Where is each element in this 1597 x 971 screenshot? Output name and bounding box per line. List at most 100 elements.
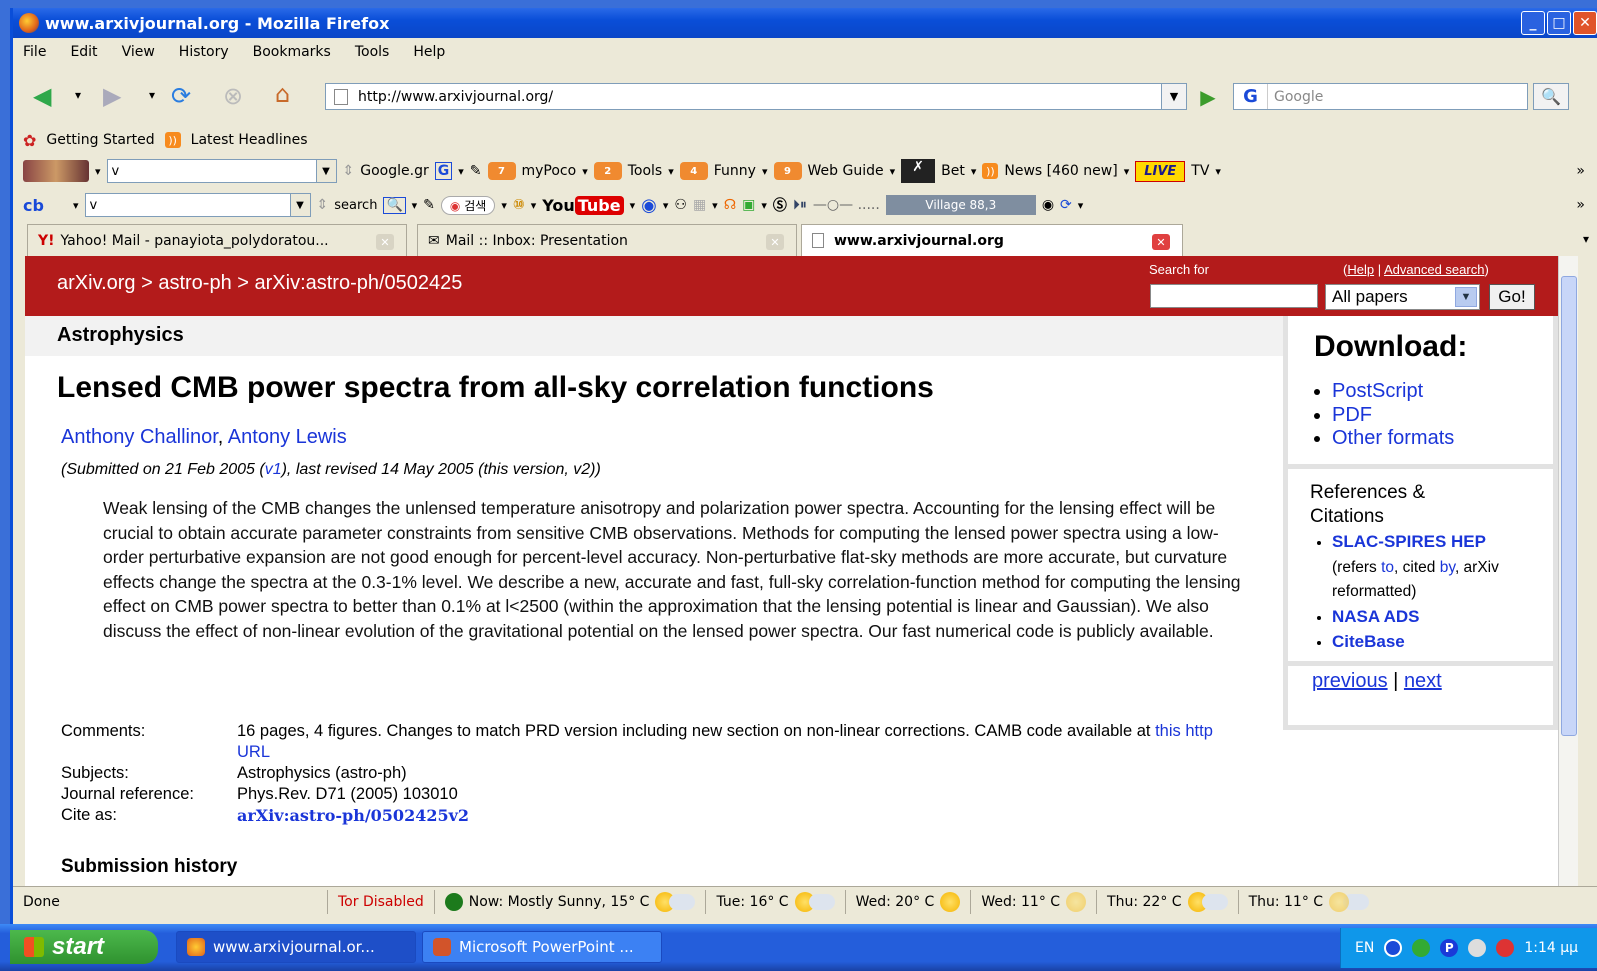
bookmark-latest-headlines[interactable]: Latest Headlines <box>191 132 308 148</box>
forward-icon[interactable]: ▶ <box>103 82 121 110</box>
tab-close-icon[interactable]: ✕ <box>766 234 784 250</box>
slac-link[interactable]: SLAC-SPIRES HEP <box>1332 532 1486 551</box>
toolbar1-webguide[interactable]: Web Guide <box>808 163 884 179</box>
weather-thu-night[interactable]: Thu: 11° C <box>1239 890 1380 914</box>
toolbar1-dropdown-icon[interactable]: ▾ <box>95 165 101 178</box>
cite-as-link[interactable]: arXiv:astro-ph/0502425v2 <box>237 806 469 825</box>
radio-icon[interactable]: ◉ <box>1042 197 1054 213</box>
author-link[interactable]: Anthony Challinor <box>61 426 218 448</box>
toolbar2-input[interactable]: v ▼ <box>84 193 311 217</box>
breadcrumb[interactable]: arXiv.org > astro-ph > arXiv:astro-ph/05… <box>57 272 462 295</box>
menu-file[interactable]: File <box>23 44 46 60</box>
tor-status[interactable]: Tor Disabled <box>328 889 435 914</box>
live-badge[interactable]: LIVE <box>1135 160 1186 182</box>
menu-help[interactable]: Help <box>413 44 445 60</box>
back-dropdown-icon[interactable]: ▾ <box>75 88 81 102</box>
search-box[interactable]: G Google <box>1233 83 1528 110</box>
highlighter-2-icon[interactable]: ✎ <box>423 197 435 213</box>
weather-thu[interactable]: Thu: 22° C <box>1097 889 1239 914</box>
radio-station-select[interactable]: Village 88,3 <box>885 195 1036 215</box>
chevron-down-icon[interactable]: ▼ <box>1455 287 1477 307</box>
nasa-ads-link[interactable]: NASA ADS <box>1332 607 1420 626</box>
url-dropdown-icon[interactable]: ▼ <box>1161 83 1187 110</box>
input-tray-icon[interactable] <box>1468 939 1487 957</box>
network-icon[interactable] <box>1412 939 1431 957</box>
refers-to-link[interactable]: to <box>1381 559 1394 576</box>
back-icon[interactable]: ◀ <box>33 82 51 110</box>
forward-dropdown-icon[interactable]: ▾ <box>149 88 155 102</box>
search-icon[interactable]: 🔍 <box>1533 83 1569 110</box>
security-icon[interactable] <box>1496 939 1515 957</box>
minimize-button[interactable]: _ <box>1521 11 1545 35</box>
youtube-button[interactable]: You Tube <box>542 195 624 215</box>
weather-wed-night[interactable]: Wed: 11° C <box>971 889 1098 914</box>
previous-link[interactable]: previous <box>1312 670 1388 692</box>
tab-close-icon[interactable]: ✕ <box>1152 234 1170 250</box>
stop-icon[interactable]: ⊗ <box>223 82 243 110</box>
highlighter-icon[interactable]: ✎ <box>470 163 482 179</box>
menu-edit[interactable]: Edit <box>70 44 97 60</box>
author-link[interactable]: Antony Lewis <box>228 426 347 448</box>
skype-icon[interactable]: Ⓢ <box>773 195 787 215</box>
refresh-toolbar-icon[interactable]: ⟳ <box>1060 197 1072 213</box>
tab-mail-inbox[interactable]: ✉ Mail :: Inbox: Presentation ✕ <box>417 224 797 256</box>
p-icon[interactable]: P <box>1440 939 1459 957</box>
tab-arxiv[interactable]: www.arxivjournal.org ✕ <box>801 224 1183 256</box>
go-button[interactable]: Go! <box>1489 284 1535 310</box>
other-formats-link[interactable]: Other formats <box>1332 427 1454 449</box>
toolbar1-input[interactable]: v ▼ <box>106 159 337 183</box>
google-g-icon[interactable]: G <box>434 162 453 180</box>
arxiv-search-input[interactable] <box>1150 284 1318 308</box>
magnifier-icon[interactable]: 🔍 <box>383 196 406 214</box>
weather-wed[interactable]: Wed: 20° C <box>846 889 972 914</box>
pdf-link[interactable]: PDF <box>1332 404 1372 426</box>
ten-icon[interactable]: ⑩ <box>513 197 525 213</box>
headphones-icon[interactable]: ☊ <box>724 197 736 213</box>
scrollbar-thumb[interactable] <box>1561 276 1577 736</box>
advanced-search-link[interactable]: Advanced search <box>1384 262 1484 277</box>
menu-history[interactable]: History <box>179 44 229 60</box>
menu-tools[interactable]: Tools <box>355 44 390 60</box>
tab-list-icon[interactable]: ▾ <box>1583 232 1589 246</box>
play-icon[interactable]: ⏵⏸ <box>793 197 807 213</box>
start-button[interactable]: start <box>10 930 158 964</box>
home-icon[interactable]: ⌂ <box>275 80 290 108</box>
volume-slider[interactable]: —○— ..... <box>813 197 880 213</box>
close-button[interactable]: ✕ <box>1573 11 1597 35</box>
postscript-link[interactable]: PostScript <box>1332 380 1423 402</box>
toolbar1-tv[interactable]: TV <box>1191 163 1209 179</box>
menu-bookmarks[interactable]: Bookmarks <box>253 44 331 60</box>
toolbar1-google[interactable]: Google.gr <box>360 163 428 179</box>
next-link[interactable]: next <box>1404 670 1442 692</box>
weather-now[interactable]: Now: Mostly Sunny, 15° C <box>435 889 707 914</box>
vertical-scrollbar[interactable] <box>1558 256 1578 886</box>
kr-search-button[interactable]: ◉ 검색 <box>440 195 496 215</box>
tab-close-icon[interactable]: ✕ <box>376 234 394 250</box>
toolbar1-funny[interactable]: Funny <box>714 163 756 179</box>
toolbar1-mypoco[interactable]: myPoco <box>522 163 577 179</box>
go-arrow-icon[interactable]: ▶ <box>1193 83 1223 110</box>
people-icon[interactable]: ⚇ <box>674 197 687 213</box>
url-bar[interactable]: http://www.arxivjournal.org/ <box>325 83 1165 110</box>
toolbar1-overflow-icon[interactable]: » <box>1576 163 1585 179</box>
toolbar2-search[interactable]: search <box>334 198 377 213</box>
papers-select[interactable]: All papers ▼ <box>1325 284 1480 310</box>
toolbar1-bet[interactable]: Bet <box>941 163 965 179</box>
help-link[interactable]: Help <box>1347 262 1374 277</box>
tv-icon[interactable]: ▣ <box>742 197 755 213</box>
maximize-button[interactable]: □ <box>1547 11 1571 35</box>
grid-icon[interactable]: ▦ <box>693 197 706 213</box>
menu-view[interactable]: View <box>122 44 155 60</box>
v1-link[interactable]: v1 <box>265 461 282 478</box>
taskbar-firefox[interactable]: www.arxivjournal.or... <box>176 931 416 963</box>
toolbar2-overflow-icon[interactable]: » <box>1576 197 1585 213</box>
reload-icon[interactable]: ⟳ <box>171 82 191 110</box>
tray-arrow-icon[interactable] <box>1384 939 1403 957</box>
weather-tue[interactable]: Tue: 16° C <box>706 889 846 914</box>
tab-yahoo-mail[interactable]: Y! Yahoo! Mail - panayiota_polydoratou..… <box>27 224 407 256</box>
taskbar-powerpoint[interactable]: Microsoft PowerPoint ... <box>422 931 662 963</box>
citebase-link[interactable]: CiteBase <box>1332 632 1405 651</box>
toolbar1-news[interactable]: News [460 new] <box>1004 163 1117 179</box>
video-icon[interactable]: ◉ <box>641 195 657 216</box>
cited-by-link[interactable]: by <box>1440 559 1455 576</box>
